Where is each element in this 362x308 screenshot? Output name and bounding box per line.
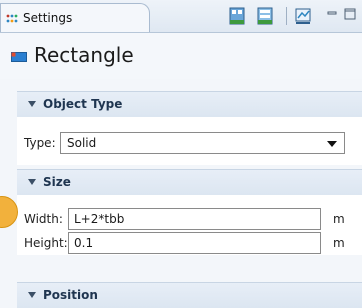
minimize-icon[interactable] <box>327 8 337 18</box>
type-select-value: Solid <box>67 136 97 150</box>
section-object-type[interactable]: Object Type <box>17 91 362 117</box>
page-title: Rectangle <box>34 43 134 67</box>
collapse-arrow-icon <box>28 292 36 298</box>
width-unit: m <box>333 212 345 226</box>
section-position[interactable]: Position <box>17 282 362 308</box>
rectangle-icon <box>11 52 27 62</box>
tab-settings-label: Settings <box>23 11 73 25</box>
width-field[interactable]: L+2*tbb <box>68 208 321 230</box>
node-header: Rectangle <box>0 33 362 79</box>
highlight-marker <box>0 196 18 228</box>
width-label: Width: <box>24 212 63 226</box>
height-unit: m <box>333 236 345 250</box>
toolbar-separator <box>286 7 287 25</box>
plot-icon[interactable] <box>294 6 312 26</box>
height-value: 0.1 <box>74 236 94 250</box>
tab-strip: Settings <box>0 0 362 33</box>
maximize-icon[interactable] <box>344 8 356 20</box>
collapse-arrow-icon <box>28 101 36 107</box>
chevron-down-icon <box>327 141 337 147</box>
type-label: Type: <box>24 136 56 150</box>
type-select[interactable]: Solid <box>60 132 345 154</box>
height-field[interactable]: 0.1 <box>68 232 321 254</box>
build-selected-icon[interactable] <box>228 6 246 26</box>
tab-settings[interactable]: Settings <box>0 3 150 32</box>
section-object-type-title: Object Type <box>43 97 123 111</box>
build-all-icon[interactable] <box>256 6 274 26</box>
height-label: Height: <box>24 236 68 250</box>
section-position-title: Position <box>43 288 98 302</box>
section-size[interactable]: Size <box>17 169 362 195</box>
width-value: L+2*tbb <box>74 212 125 226</box>
settings-tree-icon <box>6 14 18 23</box>
section-size-title: Size <box>43 175 71 189</box>
collapse-arrow-icon <box>28 179 36 185</box>
